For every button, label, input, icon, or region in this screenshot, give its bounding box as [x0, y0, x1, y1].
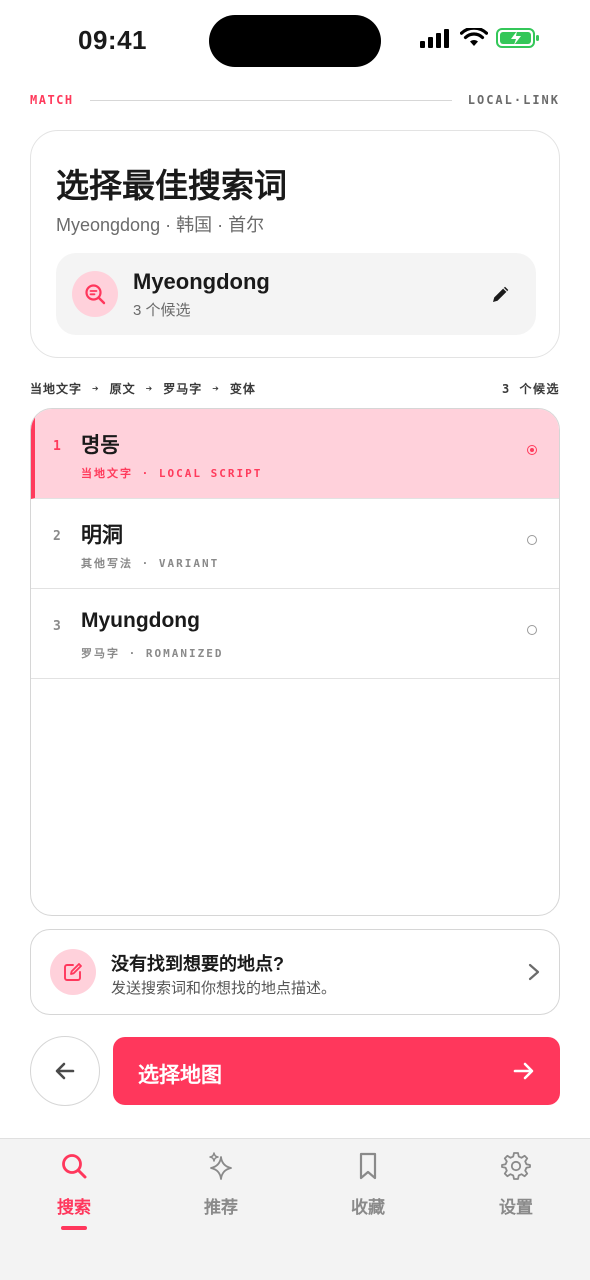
location-subtitle: Myeongdong · 韩国 · 首尔 [56, 215, 265, 235]
candidate-name: 명동 [81, 434, 120, 457]
pencil-icon [493, 286, 509, 302]
candidate-tag: 当地文字 · LOCAL SCRIPT [81, 467, 263, 480]
edit-query-button[interactable] [488, 281, 514, 307]
select-map-button[interactable]: 选择地图 [113, 1037, 560, 1105]
candidate-item-2[interactable]: 2 明洞 其他写法 · VARIANT [31, 499, 559, 589]
candidate-item-3[interactable]: 3 Myungdong 罗马字 · ROMANIZED [31, 589, 559, 679]
back-button[interactable] [30, 1036, 100, 1106]
tab-label: 搜索 [57, 1198, 91, 1217]
gear-icon [501, 1152, 531, 1180]
help-subtitle: 发送搜索词和你想找的地点描述。 [111, 980, 337, 997]
help-title: 没有找到想要的地点? [111, 954, 284, 974]
candidate-index: 3 [53, 619, 61, 634]
candidate-list: 1 명동 当地文字 · LOCAL SCRIPT 2 明洞 其他写法 · VAR… [30, 408, 560, 916]
tab-settings[interactable]: 设置 [466, 1151, 566, 1241]
status-icons [420, 27, 540, 49]
candidate-tag: 其他写法 · VARIANT [81, 557, 220, 570]
candidate-index: 1 [53, 439, 61, 454]
pipeline-candidate-count: 3 个候选 [502, 381, 560, 396]
pipeline-step-romanized: 罗马字 [163, 381, 203, 396]
radio-unselected-icon[interactable] [527, 625, 537, 635]
wifi-icon [460, 28, 488, 46]
arrow-right-icon: ➔ [212, 381, 220, 395]
arrow-right-icon: ➔ [145, 381, 154, 395]
pipeline-row: 当地文字 ➔ 原文 ➔ 罗马字 ➔ 变体 3 个候选 [30, 380, 560, 396]
candidate-index: 2 [53, 529, 61, 544]
battery-charging-icon [496, 28, 539, 48]
edit-note-icon [50, 949, 96, 995]
bookmark-icon [359, 1152, 377, 1180]
tab-recommend[interactable]: 推荐 [171, 1151, 271, 1241]
header-card: 选择最佳搜索词 Myeongdong · 韩国 · 首尔 Myeongdong … [30, 130, 560, 358]
status-time: 09:41 [78, 25, 147, 55]
brand-row: MATCH LOCAL·LINK [30, 92, 560, 108]
tab-favorites[interactable]: 收藏 [318, 1151, 418, 1241]
candidate-tag: 罗马字 · ROMANIZED [81, 647, 224, 660]
brand-match-label: MATCH [30, 93, 74, 107]
candidate-name: Myungdong [81, 609, 200, 632]
tab-label: 收藏 [351, 1198, 385, 1217]
search-text-icon [72, 271, 118, 317]
arrow-right-icon: ➔ [92, 381, 100, 395]
query-box: Myeongdong 3 个候选 [56, 253, 536, 335]
tab-label: 推荐 [204, 1198, 238, 1217]
sparkle-icon [209, 1152, 232, 1180]
not-found-help-card[interactable]: 没有找到想要的地点? 发送搜索词和你想找的地点描述。 [30, 929, 560, 1015]
brand-divider [89, 99, 452, 101]
arrow-right-icon [513, 1062, 534, 1080]
dynamic-island [209, 15, 381, 67]
chevron-right-icon [528, 963, 540, 981]
radio-selected-icon[interactable] [527, 445, 537, 455]
pipeline-step-variant: 变体 [229, 381, 256, 396]
tab-label: 设置 [499, 1198, 533, 1217]
radio-unselected-icon[interactable] [527, 535, 537, 545]
query-candidate-count: 3 个候选 [133, 302, 191, 319]
arrow-left-icon [55, 1062, 75, 1080]
status-bar: 09:41 [0, 0, 590, 80]
cellular-signal-icon [420, 29, 449, 48]
tab-search[interactable]: 搜索 [24, 1151, 124, 1241]
tab-bar: 搜索 推荐 收藏 设置 [0, 1138, 590, 1280]
search-icon [62, 1154, 87, 1179]
select-map-label: 选择地图 [138, 1064, 222, 1087]
pipeline-step-local-script: 当地文字 [30, 381, 83, 396]
brand-local-link-label: LOCAL·LINK [467, 93, 560, 107]
candidate-item-1[interactable]: 1 명동 当地文字 · LOCAL SCRIPT [31, 409, 559, 499]
page-title: 选择最佳搜索词 [56, 167, 287, 204]
query-text: Myeongdong [133, 269, 270, 294]
candidate-name: 明洞 [81, 524, 123, 547]
active-tab-indicator [61, 1226, 87, 1230]
pipeline-step-original: 原文 [109, 381, 136, 396]
